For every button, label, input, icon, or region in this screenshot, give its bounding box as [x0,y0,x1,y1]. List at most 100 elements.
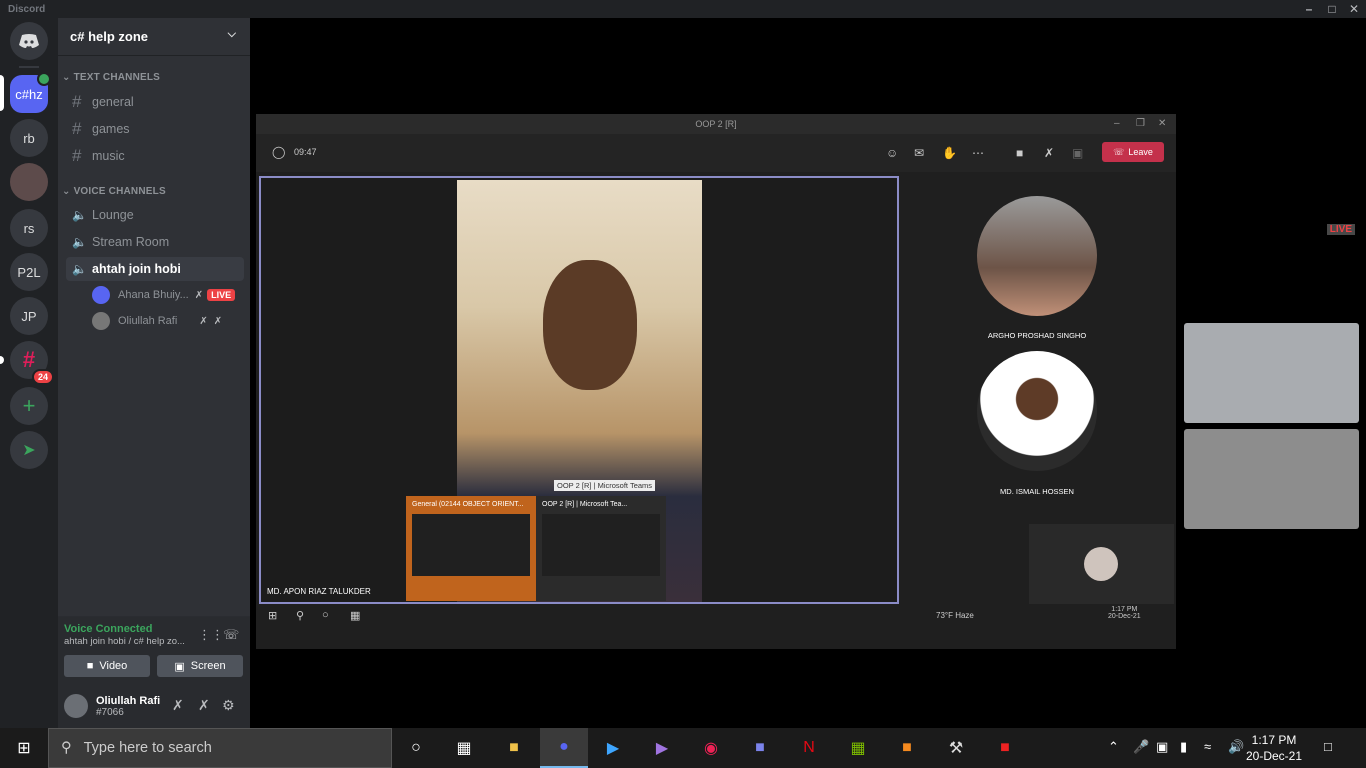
stream-tile-live[interactable]: LIVE [1184,218,1359,318]
start-windows-icon[interactable]: ⊞ [0,728,48,768]
voice-user-ahana[interactable]: Ahana Bhuiy... ✗ LIVE [92,284,244,306]
channel-sidebar: c# help zone ⌵ ⌄ TEXT CHANNELS # general … [58,18,250,728]
voice-user-oliullah[interactable]: Oliullah Rafi ✗ ✗ [92,310,244,332]
reactions-icon: ✋ [942,146,957,160]
category-voice[interactable]: ⌄ VOICE CHANNELS [62,186,166,197]
system-clock[interactable]: 1:17 PM 20-Dec-21 [1246,732,1302,764]
user-panel: Oliullah Rafi #7066 ✗ ✗ ⚙ [58,682,250,728]
button-label: Video [99,660,128,672]
self-view-tile [1029,524,1174,604]
teams-call-toolbar: ◯ 09:47 ☺ ✉ ✋ ⋯ ■ ✗ ▣ ☏ Leave [256,134,1176,172]
server-rb[interactable]: rb [10,119,48,157]
close-icon: ✕ [1158,118,1167,129]
voice-icon [37,72,51,86]
hash-icon: # [72,119,82,138]
teams-titlebar: OOP 2 [R] – ❐ ✕ [256,114,1176,134]
screen-share-button[interactable]: ▣ Screen [157,655,243,677]
preview-window: OOP 2 [R] | Microsoft Tea... [536,496,666,601]
netflix-icon[interactable]: N [785,728,833,768]
hash-icon: # [72,92,82,111]
server-avatar-icon[interactable] [10,163,48,201]
tools-icon[interactable]: ⚒ [932,728,980,768]
mic-off-icon: ✗ [1044,146,1055,160]
teams-window: OOP 2 [R] – ❐ ✕ ◯ 09:47 ☺ ✉ ✋ ⋯ ■ ✗ ▣ ☏ L… [256,114,1176,649]
voice-connected-status[interactable]: Voice Connected [64,623,152,635]
disconnect-icon[interactable]: ☏ [223,627,239,643]
channel-games[interactable]: # games [66,117,244,141]
mic-muted-icon: ✗ [194,289,204,301]
add-server-icon[interactable]: + [10,387,48,425]
teams-icon[interactable]: ■ [736,728,784,768]
camera-icon: ■ [86,660,94,672]
discord-app-icon[interactable]: ● [540,728,588,768]
cortana-icon[interactable]: ○ [392,728,440,768]
file-explorer-icon[interactable]: ■ [490,728,538,768]
close-button[interactable]: ✕ [1344,1,1364,17]
task-view-icon: ▦ [350,610,361,622]
share-icon: ▣ [1072,146,1084,160]
chevron-down-icon: ⌵ [227,28,236,40]
server-header[interactable]: c# help zone ⌵ [58,18,250,56]
participant-tile-discord[interactable] [1184,323,1359,423]
taskbar-search[interactable]: ⚲ Type here to search [48,728,392,768]
explore-compass-icon[interactable]: ➤ [10,431,48,469]
server-slack-icon[interactable]: # 24 [10,341,54,385]
task-view-icon[interactable]: ▦ [440,728,488,768]
deafen-icon[interactable]: ✗ [198,697,210,714]
preview-tooltip: OOP 2 [R] | Microsoft Teams [554,480,656,491]
stream-view[interactable]: OOP 2 [R] – ❐ ✕ ◯ 09:47 ☺ ✉ ✋ ⋯ ■ ✗ ▣ ☏ L… [250,18,1366,728]
sublime-icon[interactable]: ■ [883,728,931,768]
acrobat-icon[interactable]: ■ [981,728,1029,768]
settings-gear-icon[interactable]: ⚙ [222,697,235,714]
more-icon: ⋯ [972,146,984,160]
main-speaker-name: MD. APON RIAZ TALUKDER [267,587,371,596]
voice-location[interactable]: ahtah join hobi / c# help zo... [64,636,185,647]
voice-channel-lounge[interactable]: 🔈 Lounge [66,203,244,227]
server-label: rs [23,220,35,236]
vscode-icon[interactable]: ▶ [589,728,637,768]
taskbar-preview: General (02144 OBJECT ORIENT... OOP 2 [R… [406,496,666,601]
category-text[interactable]: ⌄ TEXT CHANNELS [62,72,160,83]
channel-label: general [92,95,134,109]
teams-window-title: OOP 2 [R] [695,119,737,129]
minimize-button[interactable]: – [1299,1,1319,17]
voice-channel-stream-room[interactable]: 🔈 Stream Room [66,230,244,254]
volume-icon[interactable]: 🔊 [1228,739,1244,755]
preview-title: General (02144 OBJECT ORIENT... [412,501,524,508]
server-chz[interactable]: c#hz [10,72,51,113]
channel-label: games [92,122,130,136]
maximize-button[interactable]: □ [1322,1,1342,17]
video-button[interactable]: ■ Video [64,655,150,677]
participant-avatar [977,196,1097,316]
shield-icon: ◯ [272,145,286,159]
server-p2l[interactable]: P2L [10,253,48,291]
participant-tile-user[interactable] [1184,429,1359,529]
server-jp[interactable]: JP [10,297,48,335]
office-icon[interactable]: ▦ [834,728,882,768]
windows-icon: ⊞ [268,610,278,622]
channel-label: ahtah join hobi [92,262,181,276]
server-rs[interactable]: rs [10,209,48,247]
battery-icon[interactable]: ▮ [1180,739,1187,755]
chat-icon: ✉ [914,146,925,160]
network-icon[interactable]: ▣ [1156,739,1168,755]
avatar [1084,547,1118,581]
voice-channel-ahtah-join-hobi[interactable]: 🔈 ahtah join hobi [66,257,244,281]
home-button[interactable] [10,22,48,60]
server-label: P2L [17,264,41,280]
channel-music[interactable]: # music [66,144,244,168]
noise-suppression-icon[interactable]: ⋮⋮ [198,627,224,643]
visual-studio-icon[interactable]: ▶ [638,728,686,768]
chevron-up-icon[interactable]: ⌃ [1108,739,1119,755]
paint-icon[interactable]: ◉ [687,728,735,768]
notifications-icon[interactable]: □ [1324,739,1332,754]
app-title: Discord [8,4,46,15]
live-badge: LIVE [207,289,236,301]
wifi-icon[interactable]: ≈ [1204,739,1211,754]
clock-date: 20-Dec-21 [1246,749,1303,763]
mic-icon[interactable]: 🎤 [1133,739,1149,755]
mute-mic-icon[interactable]: ✗ [172,697,184,714]
channel-general[interactable]: # general [66,90,244,114]
avatar[interactable] [64,694,88,718]
server-label: rb [23,130,35,146]
